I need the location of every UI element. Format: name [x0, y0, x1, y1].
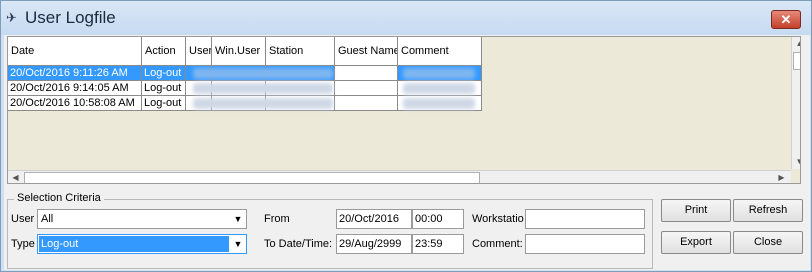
column-header-guest-name[interactable]: Guest Name [335, 37, 398, 66]
app-icon: ✈ [6, 10, 17, 25]
column-header-win-user[interactable]: Win.User [212, 37, 266, 66]
cell-action: Log-out [142, 81, 186, 96]
horizontal-scrollbar[interactable]: ◀ ▶ [8, 170, 791, 183]
redacted-block [403, 83, 475, 94]
type-dropdown-value: Log-out [40, 236, 80, 252]
scroll-right-icon[interactable]: ▶ [774, 173, 789, 182]
title-bar: ✈ User Logfile ✕ [1, 1, 811, 35]
cell-guest-name [335, 81, 398, 96]
redacted-block [403, 68, 475, 79]
selection-criteria-title: Selection Criteria [14, 192, 104, 204]
type-dropdown[interactable]: Log-out ▼ [37, 234, 247, 254]
comment-field[interactable] [525, 234, 645, 254]
user-label: User [11, 213, 35, 225]
column-header-user[interactable]: User [186, 37, 212, 66]
table-row[interactable]: 20/Oct/2016 9:11:26 AM Log-out [8, 66, 482, 81]
chevron-down-icon[interactable]: ▼ [232, 238, 244, 250]
column-header-date[interactable]: Date [8, 37, 142, 66]
table-row[interactable]: 20/Oct/2016 9:14:05 AM Log-out [8, 81, 482, 96]
window-title: User Logfile [25, 8, 116, 27]
vertical-scroll-thumb[interactable] [793, 52, 800, 70]
cell-guest-name [335, 96, 398, 111]
horizontal-scroll-thumb[interactable] [24, 172, 480, 183]
to-time-field[interactable]: 23:59 [412, 234, 464, 254]
comment-label: Comment: [472, 238, 523, 250]
redacted-block [403, 98, 475, 109]
from-date-field[interactable]: 20/Oct/2016 [336, 209, 412, 229]
to-date-time-label: To Date/Time: [264, 238, 333, 250]
export-button[interactable]: Export [661, 231, 731, 254]
type-label: Type [11, 238, 35, 250]
from-label: From [264, 213, 290, 225]
client-area: Date Action User Win.User Station Guest … [4, 35, 810, 270]
column-header-action[interactable]: Action [142, 37, 186, 66]
logfile-grid[interactable]: Date Action User Win.User Station Guest … [7, 36, 801, 184]
vertical-scrollbar[interactable]: ▲ ▼ [791, 37, 800, 169]
column-header-station[interactable]: Station [266, 37, 335, 66]
cell-date: 20/Oct/2016 9:14:05 AM [8, 81, 142, 96]
close-window-button[interactable]: ✕ [771, 10, 801, 29]
table-row[interactable]: 20/Oct/2016 10:58:08 AM Log-out [8, 96, 482, 111]
cell-action: Log-out [142, 66, 186, 81]
cell-action: Log-out [142, 96, 186, 111]
cell-guest-name [335, 66, 398, 81]
from-time-field[interactable]: 00:00 [412, 209, 464, 229]
chevron-down-icon[interactable]: ▼ [232, 213, 244, 225]
refresh-button[interactable]: Refresh [733, 199, 803, 222]
user-dropdown[interactable]: All ▼ [37, 209, 247, 229]
redacted-block [193, 98, 333, 109]
cell-date: 20/Oct/2016 10:58:08 AM [8, 96, 142, 111]
close-button[interactable]: Close [733, 231, 803, 254]
cell-date: 20/Oct/2016 9:11:26 AM [8, 66, 142, 81]
to-date-field[interactable]: 29/Aug/2999 [336, 234, 412, 254]
workstation-field[interactable] [525, 209, 645, 229]
print-button[interactable]: Print [661, 199, 731, 222]
scroll-left-icon[interactable]: ◀ [8, 173, 23, 182]
redacted-block [193, 68, 333, 79]
user-logfile-window: ✈ User Logfile ✕ Date Action User Win.Us… [0, 0, 812, 272]
user-dropdown-value: All [41, 213, 54, 225]
scroll-up-icon[interactable]: ▲ [792, 39, 800, 48]
scroll-down-icon[interactable]: ▼ [792, 157, 800, 166]
column-header-comment[interactable]: Comment [398, 37, 482, 66]
redacted-block [193, 83, 333, 94]
workstation-label: Workstatio [472, 213, 524, 225]
